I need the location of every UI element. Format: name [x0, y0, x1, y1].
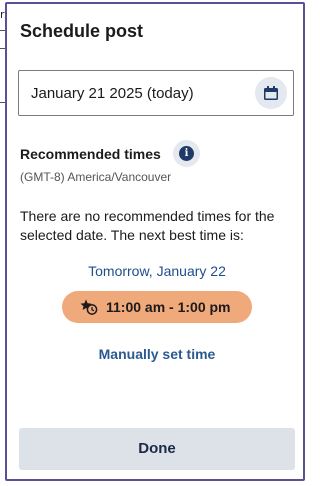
done-button[interactable]: Done [19, 428, 295, 470]
timezone-label: (GMT-8) America/Vancouver [20, 170, 172, 184]
next-best-time-button[interactable]: 11:00 am - 1:00 pm [62, 291, 252, 323]
manually-set-time-link[interactable]: Manually set time [7, 346, 307, 362]
date-value: January 21 2025 (today) [31, 85, 194, 102]
next-best-time-label: 11:00 am - 1:00 pm [106, 299, 231, 315]
no-recommendation-message: There are no recommended times for the s… [20, 208, 275, 243]
recommended-times-heading: Recommended times [20, 146, 161, 162]
calendar-button[interactable] [255, 77, 287, 109]
info-button[interactable]: i [173, 140, 200, 167]
star-clock-icon [80, 299, 98, 315]
dialog-title: Schedule post [20, 21, 144, 41]
calendar-icon [264, 86, 278, 100]
info-icon: i [179, 146, 194, 161]
background-text-fragment: r [0, 8, 5, 21]
schedule-post-dialog: Schedule post January 21 2025 (today) Re… [5, 2, 305, 481]
next-best-date: Tomorrow, January 22 [88, 263, 226, 279]
date-picker-field[interactable]: January 21 2025 (today) [18, 70, 294, 116]
